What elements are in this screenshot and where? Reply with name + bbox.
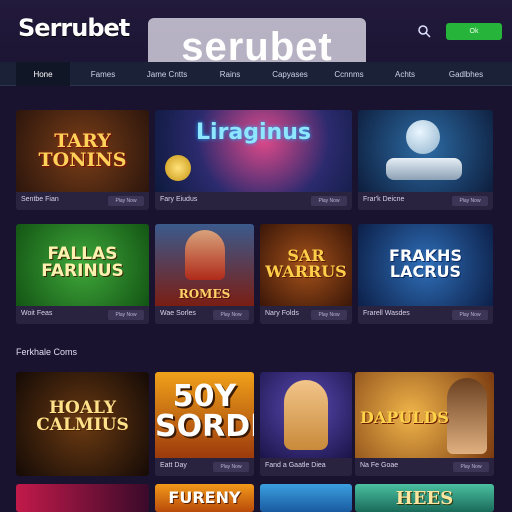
site-logo[interactable]: Serrubet xyxy=(18,14,130,42)
hero-character-icon xyxy=(185,230,225,280)
login-button[interactable]: Ok xyxy=(446,23,502,40)
nav-games[interactable]: Fames xyxy=(74,62,132,86)
game-artwork: TARY TONINS xyxy=(16,110,149,192)
game-tile[interactable]: SAR WARRUS Nary Folds Play Now xyxy=(260,224,352,324)
game-tile[interactable] xyxy=(260,484,352,512)
game-tile[interactable]: HEES xyxy=(355,484,494,512)
coin-stack-icon xyxy=(386,158,462,180)
play-button[interactable]: Play Now xyxy=(108,310,144,320)
play-button[interactable]: Play Now xyxy=(213,310,249,320)
game-artwork xyxy=(358,110,493,192)
game-artwork: FURENY xyxy=(155,484,254,512)
game-caption-bar: Fand a Gaatle Diea xyxy=(260,458,352,476)
game-artwork xyxy=(16,484,149,512)
game-caption-bar: Frarell Wasdes Play Now xyxy=(358,306,493,324)
play-button[interactable]: Play Now xyxy=(108,196,144,206)
play-button[interactable]: Play Now xyxy=(311,196,347,206)
game-name: Sentbe Fian xyxy=(21,196,59,203)
main-nav: Hone Fames Jame Cntts Rains Capyases Ccn… xyxy=(0,62,512,86)
game-name: Woit Feas xyxy=(21,310,53,317)
game-tile[interactable]: DAPULDS Na Fe Goae Play Now xyxy=(355,372,494,476)
elf-character-icon xyxy=(284,380,328,450)
play-button[interactable]: Play Now xyxy=(213,462,249,472)
game-title-art: HEES xyxy=(395,488,454,509)
game-artwork: ROMES xyxy=(155,224,254,306)
search-icon[interactable] xyxy=(417,24,431,38)
game-artwork: Liraginus xyxy=(155,110,352,192)
game-title-art: SAR WARRUS xyxy=(265,246,347,281)
game-name: Nary Folds xyxy=(265,310,299,317)
game-title-art: Liraginus xyxy=(196,120,311,145)
game-caption-bar: Na Fe Goae Play Now xyxy=(355,458,494,476)
robot-character-icon xyxy=(406,120,440,154)
game-tile[interactable]: 50Y SORDLERS Eatt Day Play Now xyxy=(155,372,254,476)
game-title-art: FRAKHS LACRUS xyxy=(389,246,462,281)
game-artwork: FALLAS FARINUS xyxy=(16,224,149,306)
game-title-art: 50Y SORDLERS xyxy=(155,379,254,444)
game-name: Eatt Day xyxy=(160,462,187,469)
nav-achievements[interactable]: Achts xyxy=(380,62,430,86)
game-caption-bar: Woit Feas Play Now xyxy=(16,306,149,324)
game-caption-bar: Sentbe Fian Play Now xyxy=(16,192,149,210)
game-tile[interactable]: Frar'k Deicne Play Now xyxy=(358,110,493,210)
game-artwork: 50Y SORDLERS xyxy=(155,372,254,458)
game-artwork: HEES xyxy=(355,484,494,512)
game-tile[interactable]: FALLAS FARINUS Woit Feas Play Now xyxy=(16,224,149,324)
game-caption-bar: Wae Sorles Play Now xyxy=(155,306,254,324)
game-tile[interactable]: Fand a Gaatle Diea xyxy=(260,372,352,476)
game-name: Wae Sorles xyxy=(160,310,196,317)
game-name: Frar'k Deicne xyxy=(363,196,405,203)
game-tile[interactable]: TARY TONINS Sentbe Fian Play Now xyxy=(16,110,149,210)
game-artwork: SAR WARRUS xyxy=(260,224,352,306)
nav-community[interactable]: Ccnnms xyxy=(322,62,376,86)
game-artwork: HOALY CALMIUS xyxy=(16,372,149,476)
nav-jackpots[interactable]: Jame Cntts xyxy=(136,62,198,86)
game-title-art: FALLAS FARINUS xyxy=(41,244,124,281)
coin-icon xyxy=(165,155,191,181)
game-artwork: DAPULDS xyxy=(355,372,494,458)
nav-home[interactable]: Hone xyxy=(16,62,70,86)
game-tile[interactable]: FRAKHS LACRUS Frarell Wasdes Play Now xyxy=(358,224,493,324)
play-button[interactable]: Play Now xyxy=(452,310,488,320)
game-caption-bar: Eatt Day Play Now xyxy=(155,458,254,476)
game-name: Fary Eiudus xyxy=(160,196,198,203)
play-button[interactable]: Play Now xyxy=(453,462,489,472)
nav-offers[interactable]: Capyases xyxy=(262,62,318,86)
game-caption-bar: Fary Eiudus Play Now xyxy=(155,192,352,210)
game-title-art: DAPULDS xyxy=(360,408,449,427)
game-name: Na Fe Goae xyxy=(360,462,399,469)
game-artwork: FRAKHS LACRUS xyxy=(358,224,493,306)
game-name: Fand a Gaatle Diea xyxy=(265,462,326,469)
game-title-art: TARY TONINS xyxy=(38,130,127,171)
game-caption-bar: Frar'k Deicne Play Now xyxy=(358,192,493,210)
play-button[interactable]: Play Now xyxy=(311,310,347,320)
game-name: Frarell Wasdes xyxy=(363,310,410,317)
game-tile[interactable]: HOALY CALMIUS xyxy=(16,372,149,476)
game-title-art: FURENY xyxy=(168,488,241,507)
game-artwork xyxy=(260,372,352,458)
game-tile[interactable]: FURENY xyxy=(155,484,254,512)
section-heading: Ferkhale Coms xyxy=(16,347,78,357)
game-caption-bar: Nary Folds Play Now xyxy=(260,306,352,324)
game-tile[interactable]: ROMES Wae Sorles Play Now xyxy=(155,224,254,324)
nav-live[interactable]: Rains xyxy=(204,62,256,86)
game-tile[interactable]: Liraginus Fary Eiudus Play Now xyxy=(155,110,352,210)
game-title-art: HOALY CALMIUS xyxy=(36,398,129,435)
game-tile[interactable] xyxy=(16,484,149,512)
game-artwork xyxy=(260,484,352,512)
game-title-art: ROMES xyxy=(178,287,231,301)
nav-guides[interactable]: Gadlbhes xyxy=(434,62,498,86)
play-button[interactable]: Play Now xyxy=(452,196,488,206)
